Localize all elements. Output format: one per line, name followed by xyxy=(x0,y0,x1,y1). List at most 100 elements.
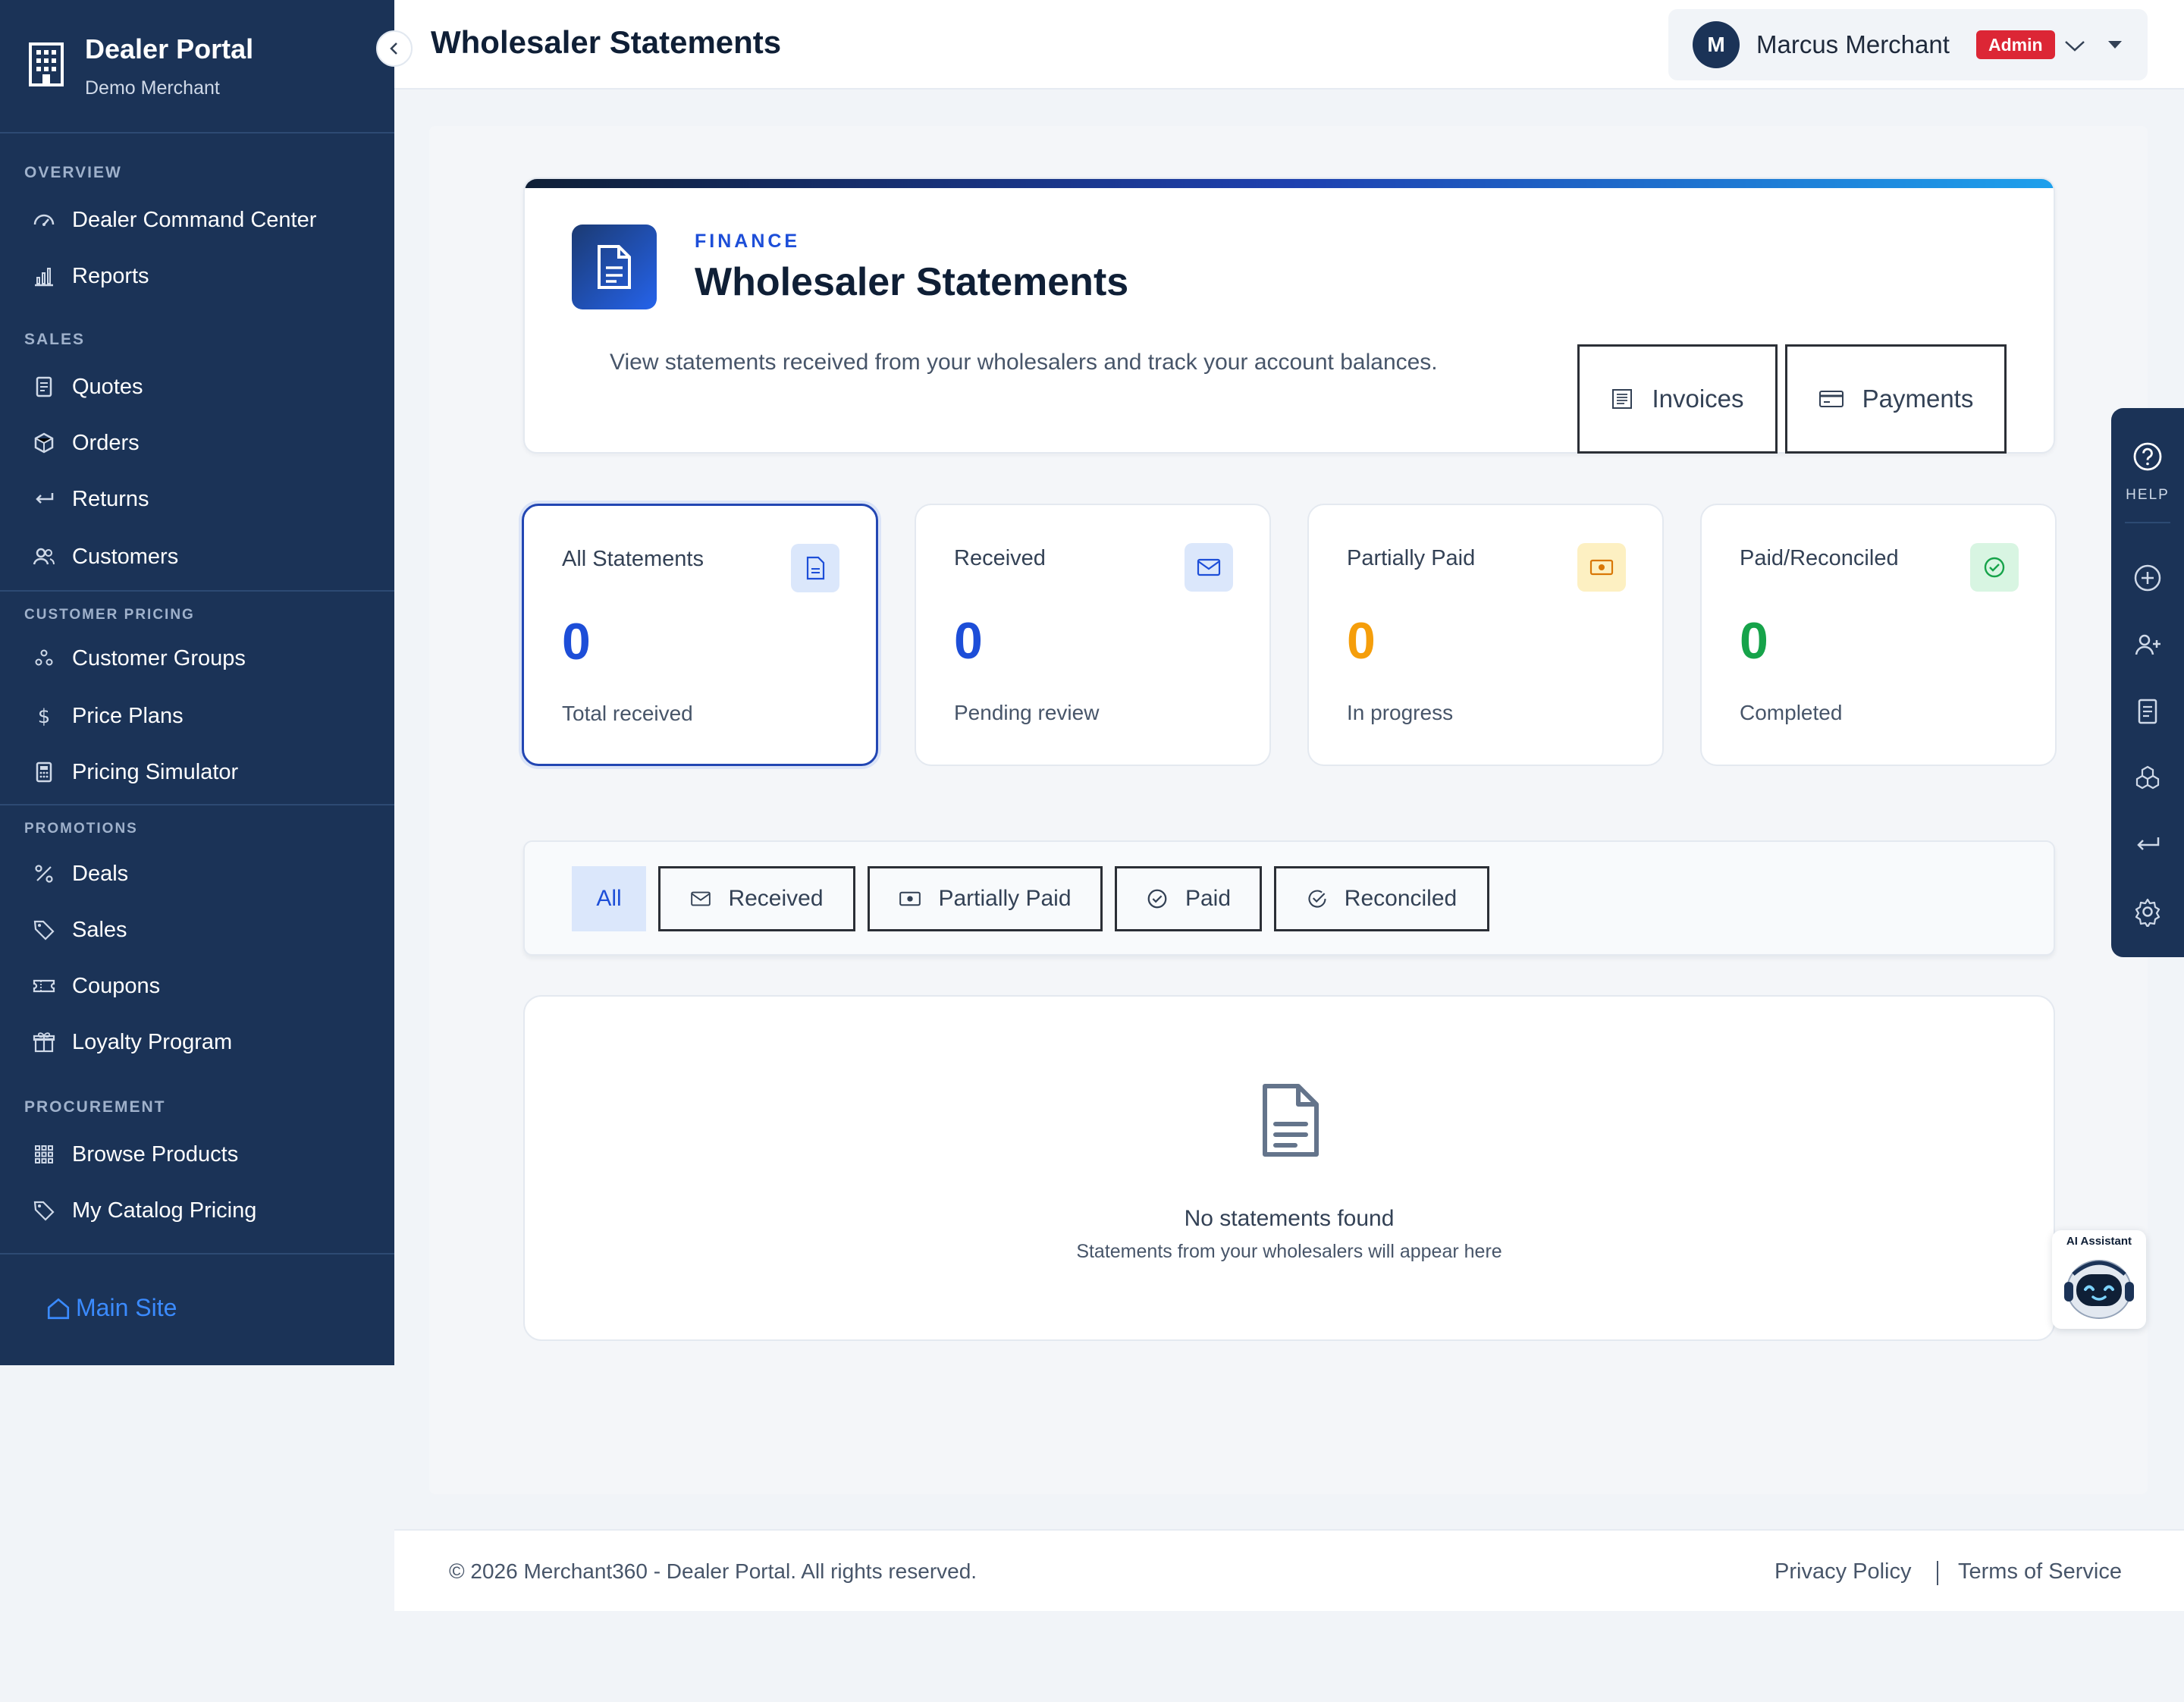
statement-document-icon xyxy=(572,225,657,309)
sidebar-item-quotes[interactable]: Quotes xyxy=(0,364,394,410)
filter-label: Partially Paid xyxy=(938,886,1072,911)
sidebar-item-label: Orders xyxy=(72,430,140,455)
filter-paid[interactable]: Paid xyxy=(1115,866,1262,931)
brand-title: Dealer Portal xyxy=(85,33,254,64)
check-badge-icon xyxy=(1308,890,1326,908)
sidebar-item-label: Sales xyxy=(72,917,127,942)
role-badge: Admin xyxy=(1976,30,2055,59)
sidebar-item-label: Pricing Simulator xyxy=(72,759,239,784)
cash-icon xyxy=(1577,543,1626,592)
gift-icon xyxy=(33,1032,55,1053)
ai-assistant-label: AI Assistant xyxy=(2066,1235,2132,1248)
stat-subtitle: Total received xyxy=(562,702,693,725)
filter-all[interactable]: All xyxy=(572,866,646,931)
hero-gradient-bar xyxy=(525,179,2054,188)
invoice-icon xyxy=(1612,389,1633,409)
stat-card-partially-paid[interactable]: Partially Paid 0 In progress xyxy=(1307,504,1664,766)
stat-card-all-statements[interactable]: All Statements 0 Total received xyxy=(522,504,878,766)
stat-card-received[interactable]: Received 0 Pending review xyxy=(915,504,1271,766)
ticket-icon xyxy=(33,979,55,993)
sidebar-item-loyalty-program[interactable]: Loyalty Program xyxy=(0,1019,394,1065)
section-promotions: PROMOTIONS xyxy=(24,821,138,837)
caret-down-icon[interactable] xyxy=(2108,41,2122,49)
home-icon xyxy=(47,1298,70,1319)
gear-icon[interactable] xyxy=(2132,897,2163,927)
bar-chart-icon xyxy=(35,268,53,287)
plus-circle-icon[interactable] xyxy=(2132,563,2163,593)
sidebar-item-customer-groups[interactable]: Customer Groups xyxy=(0,636,394,681)
document-icon[interactable] xyxy=(2132,696,2163,727)
sidebar-item-coupons[interactable]: Coupons xyxy=(0,963,394,1009)
brand-subtitle: Demo Merchant xyxy=(85,77,220,99)
stat-card-paid-reconciled[interactable]: Paid/Reconciled 0 Completed xyxy=(1700,504,2057,766)
dashboard-gauge-icon xyxy=(33,214,55,226)
hero-description: View statements received from your whole… xyxy=(610,350,1438,375)
envelope-icon xyxy=(1185,543,1233,592)
copyright: © 2026 Merchant360 - Dealer Portal. All … xyxy=(449,1559,977,1583)
section-procurement: PROCUREMENT xyxy=(24,1098,166,1116)
sidebar-item-deals[interactable]: Deals xyxy=(0,851,394,897)
privacy-policy-link[interactable]: Privacy Policy xyxy=(1774,1559,1912,1584)
help-circle-icon[interactable] xyxy=(2132,441,2163,472)
hero-title: Wholesaler Statements xyxy=(695,260,1129,304)
sidebar-item-returns[interactable]: Returns xyxy=(0,476,394,522)
sidebar-item-dealer-command-center[interactable]: Dealer Command Center xyxy=(0,197,394,243)
sidebar-item-label: Customer Groups xyxy=(72,645,246,670)
sidebar-item-label: Quotes xyxy=(72,374,143,399)
invoices-label: Invoices xyxy=(1652,385,1744,413)
empty-state-card: No statements found Statements from your… xyxy=(523,995,2055,1341)
payments-button[interactable]: Payments xyxy=(1785,344,2007,454)
terms-of-service-link[interactable]: Terms of Service xyxy=(1958,1559,2122,1584)
chevron-down-icon[interactable] xyxy=(2063,33,2087,58)
page-title: Wholesaler Statements xyxy=(431,24,782,60)
sidebar-item-sales[interactable]: Sales xyxy=(0,907,394,953)
filter-reconciled[interactable]: Reconciled xyxy=(1274,866,1489,931)
document-icon xyxy=(791,544,839,592)
stat-value: 0 xyxy=(1740,612,1768,670)
sidebar-item-label: Coupons xyxy=(72,973,161,998)
stat-value: 0 xyxy=(562,613,591,670)
sidebar-item-label: Dealer Command Center xyxy=(72,207,317,232)
dollar-icon: $ xyxy=(38,705,51,728)
main-site-link[interactable]: Main Site xyxy=(46,1294,177,1322)
sidebar-item-label: Customers xyxy=(72,544,179,569)
return-arrow-icon xyxy=(36,493,54,504)
sidebar-divider xyxy=(0,1253,394,1255)
sidebar-item-browse-products[interactable]: Browse Products xyxy=(0,1132,394,1177)
percent-icon xyxy=(35,865,53,883)
payments-label: Payments xyxy=(1862,385,1974,413)
sidebar-item-reports[interactable]: Reports xyxy=(0,253,394,299)
boxes-icon[interactable] xyxy=(2132,763,2163,793)
collapse-sidebar-button[interactable] xyxy=(376,30,413,67)
filter-partially-paid[interactable]: Partially Paid xyxy=(868,866,1103,931)
return-arrow-icon[interactable] xyxy=(2132,830,2163,860)
stat-subtitle: Completed xyxy=(1740,701,1843,724)
group-icon xyxy=(35,649,53,666)
box-icon xyxy=(34,432,54,454)
sidebar-divider xyxy=(0,804,394,805)
sidebar-item-price-plans[interactable]: $ Price Plans xyxy=(0,693,394,739)
main-site-label: Main Site xyxy=(76,1294,177,1321)
ai-assistant-button[interactable]: AI Assistant xyxy=(2052,1230,2146,1329)
filter-label: All xyxy=(596,886,622,911)
invoices-button[interactable]: Invoices xyxy=(1577,344,1778,454)
sidebar-item-pricing-simulator[interactable]: Pricing Simulator xyxy=(0,749,394,795)
sidebar-item-customers[interactable]: Customers xyxy=(0,534,394,579)
sidebar-item-my-catalog-pricing[interactable]: My Catalog Pricing xyxy=(0,1188,394,1233)
empty-subtitle: Statements from your wholesalers will ap… xyxy=(1076,1241,1502,1262)
help-label: HELP xyxy=(2126,487,2170,503)
avatar: M xyxy=(1693,21,1740,68)
filter-label: Received xyxy=(728,886,824,911)
envelope-icon xyxy=(691,891,711,906)
grid-icon xyxy=(35,1145,53,1163)
sidebar-item-orders[interactable]: Orders xyxy=(0,420,394,466)
sidebar-item-label: My Catalog Pricing xyxy=(72,1198,257,1223)
sidebar-item-label: Price Plans xyxy=(72,703,184,728)
tag-icon xyxy=(33,920,55,940)
user-name: Marcus Merchant xyxy=(1756,30,1950,58)
add-user-icon[interactable] xyxy=(2132,630,2163,660)
empty-title: No statements found xyxy=(1184,1206,1395,1231)
user-menu[interactable]: M Marcus Merchant Admin xyxy=(1668,9,2148,80)
building-icon xyxy=(29,42,64,86)
filter-received[interactable]: Received xyxy=(658,866,855,931)
